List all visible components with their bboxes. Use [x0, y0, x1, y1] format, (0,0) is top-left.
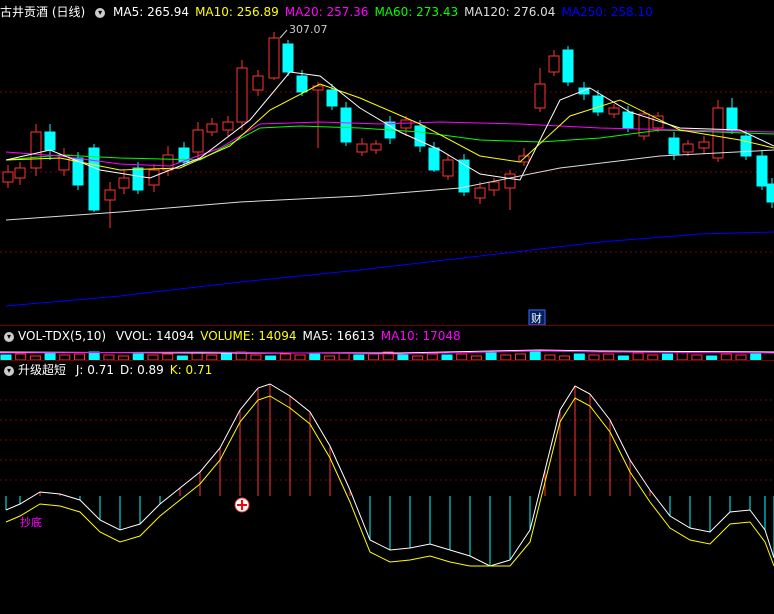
candle-body: [682, 143, 694, 153]
volume-labels: VVOL: 14094 VOLUME: 14094 MA5: 16613 MA10: …: [116, 329, 467, 343]
candle-body: [206, 123, 218, 133]
stock-name[interactable]: 古井贡酒 (日线): [0, 5, 85, 19]
main-chart-header: 古井贡酒 (日线) ▾ MA5: 265.94 MA10: 256.89 MA20: …: [0, 2, 665, 22]
candle-body: [726, 107, 738, 131]
candle-body: [252, 75, 264, 91]
ind-label-1: D: 0.89: [119, 363, 164, 377]
candle-body: [668, 137, 680, 155]
ma250-line: [5, 231, 774, 307]
candle-body: [534, 83, 546, 109]
candle-body: [282, 43, 294, 73]
candle-body: [118, 177, 130, 189]
candle-body: [162, 154, 174, 171]
candle-body: [296, 75, 308, 93]
ind-label-2: K: 0.71: [169, 363, 213, 377]
candlestick-chart[interactable]: 307.07 财: [0, 20, 774, 325]
candle-body: [592, 95, 604, 113]
volume-bar: [529, 351, 541, 360]
peak-price-label: 307.07: [289, 23, 328, 36]
candle-body: [740, 135, 752, 157]
candle-body: [622, 111, 634, 129]
candle-body: [14, 167, 26, 179]
candle-body: [766, 183, 774, 203]
vol-label-3: MA10: 17048: [380, 329, 461, 343]
candle-body: [488, 181, 500, 191]
vol-label-2: MA5: 16613: [302, 329, 375, 343]
candle-body: [608, 107, 620, 115]
volume-bar: [338, 352, 350, 360]
candle-body: [222, 121, 234, 131]
peak-pointer: [279, 29, 288, 39]
candle-body: [268, 37, 280, 79]
candle-body: [712, 107, 724, 159]
ma-label-4: MA120: 276.04: [464, 5, 556, 19]
candle-body: [132, 167, 144, 191]
settings-icon[interactable]: ▾: [95, 7, 106, 18]
candle-body: [548, 55, 560, 73]
volume-bar: [88, 351, 100, 360]
candle-body: [2, 171, 14, 183]
settings-icon[interactable]: ▾: [4, 331, 14, 342]
candle-body: [104, 189, 116, 201]
candle-body: [442, 159, 454, 177]
candle-body: [698, 141, 710, 149]
volume-header: ▾ VOL-TDX(5,10) VVOL: 14094 VOLUME: 14094 M…: [0, 326, 473, 346]
candle-body: [370, 143, 382, 151]
candle-body: [400, 119, 412, 129]
indicator-labels: J: 0.71 D: 0.89 K: 0.71: [76, 363, 218, 377]
volume-bar: [676, 351, 688, 360]
ma-label-1: MA10: 256.89: [195, 5, 279, 19]
candle-body: [504, 173, 516, 189]
vol-label-0: VVOL: 14094: [115, 329, 195, 343]
ma-label-3: MA60: 273.43: [374, 5, 459, 19]
ma-label-0: MA5: 265.94: [113, 5, 190, 19]
candle-body: [44, 131, 56, 151]
volume-bar: [632, 352, 644, 360]
indicator-chart[interactable]: 抄底: [0, 380, 774, 614]
settings-icon[interactable]: ▾: [4, 365, 14, 376]
ma-label-5: MA250: 258.10: [561, 5, 653, 19]
candle-body: [756, 155, 768, 187]
volume-bar: [44, 352, 56, 360]
volume-title[interactable]: VOL-TDX(5,10): [18, 329, 106, 343]
candle-body: [236, 67, 248, 123]
candle-body: [356, 143, 368, 153]
candle-body: [340, 107, 352, 143]
ma-label-2: MA20: 257.36: [284, 5, 369, 19]
indicator-title[interactable]: 升级超短: [18, 363, 66, 377]
indicator-header: ▾ 升级超短 J: 0.71 D: 0.89 K: 0.71: [0, 360, 224, 380]
candle-body: [474, 187, 486, 199]
finance-marker-label: 财: [531, 311, 542, 325]
vol-label-1: VOLUME: 14094: [200, 329, 297, 343]
ind-label-0: J: 0.71: [75, 363, 114, 377]
candle-body: [192, 129, 204, 153]
candle-body: [30, 131, 42, 169]
candle-body: [562, 49, 574, 83]
volume-chart[interactable]: [0, 346, 774, 360]
volume-bar: [485, 352, 497, 360]
ma-labels: MA5: 265.94 MA10: 256.89 MA20: 257.36 MA60:…: [113, 5, 659, 19]
bottom-signal-label: 抄底: [20, 515, 42, 529]
candle-body: [326, 89, 338, 107]
volume-bar: [191, 352, 203, 360]
candle-body: [428, 147, 440, 171]
